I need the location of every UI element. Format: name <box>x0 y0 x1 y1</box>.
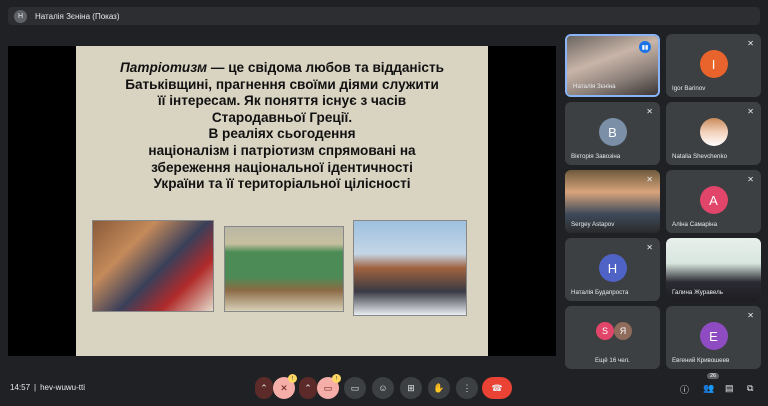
avatar: А <box>699 186 728 214</box>
mic-off-icon: ✕ <box>646 243 653 252</box>
presenter-avatar: Н <box>14 9 27 23</box>
participant-name: Евгений Кривошеев <box>672 357 730 364</box>
slide-line: В реаліях сьогодення <box>208 126 356 142</box>
participant-tile[interactable]: ✕ Natalia Shevchenko <box>666 102 761 165</box>
meeting-info: 14:57 | hev-wuwu-tti <box>10 383 85 392</box>
chat-icon[interactable]: ▤ <box>725 383 734 394</box>
leave-call-icon: ☎ <box>491 382 503 393</box>
more-vert-icon: ⋮ <box>462 382 472 393</box>
participant-tile[interactable]: ✕ I Igor Barinov <box>666 34 761 97</box>
raise-hand-button[interactable]: ✋ <box>428 377 450 399</box>
meeting-code: hev-wuwu-tti <box>40 383 86 392</box>
avatar <box>699 118 728 146</box>
participant-name: Igor Barinov <box>672 85 706 92</box>
slide-line: Стародавньої Греції. <box>211 109 353 125</box>
participant-name: Галина Журавель <box>672 289 723 296</box>
mic-off-icon: ✕ <box>646 107 653 116</box>
avatar: Е <box>699 322 728 350</box>
mic-options-button[interactable]: ⌃ <box>255 377 273 399</box>
info-icon[interactable]: ⓘ <box>680 383 689 396</box>
participant-tile[interactable]: ✕ Галина Журавель <box>666 238 761 301</box>
mic-off-icon: ✕ <box>280 382 288 393</box>
participant-tile[interactable]: ✕ А Аліна Самаріна <box>666 170 761 233</box>
presentation-title: Наталія Зєніна (Показ) <box>35 11 120 21</box>
camera-off-icon: ▭ <box>323 382 333 393</box>
participant-name: Вікторія Завозіна <box>571 153 621 160</box>
presentation-header: Н Наталія Зєніна (Показ) <box>8 7 760 25</box>
participant-tile[interactable]: ▮▮ Наталія Зєніна <box>565 34 660 97</box>
mic-off-icon: ✕ <box>747 311 754 320</box>
slide-line: України та її територіальної цілісності <box>153 176 411 192</box>
slide-photo-church-group <box>353 220 467 316</box>
slide-text: Патріотизм — це свідома любов та віддані… <box>76 60 488 193</box>
participant-count-badge: 26 <box>707 373 720 379</box>
avatar: Н <box>598 254 627 282</box>
bottom-toolbar: 14:57 | hev-wuwu-tti ⌃ ✕! ⌃ ▭! ▭ ☺ ⊞ ✋ ⋮ ☎… <box>0 368 768 406</box>
avatar: I <box>699 50 728 78</box>
more-count-label: Ещё 16 чел. <box>595 357 630 364</box>
captions-button[interactable]: ▭ <box>344 377 366 399</box>
present-button[interactable]: ⊞ <box>400 377 422 399</box>
participant-tile[interactable]: ✕ Е Евгений Кривошеев <box>666 306 761 369</box>
captions-icon: ▭ <box>350 382 360 393</box>
mic-off-icon: ✕ <box>747 175 754 184</box>
shared-slide: Патріотизм — це свідома любов та віддані… <box>76 46 488 356</box>
mic-off-icon: ✕ <box>747 107 754 116</box>
speaking-indicator-icon: ▮▮ <box>639 41 651 53</box>
camera-options-button[interactable]: ⌃ <box>299 377 317 399</box>
mic-toggle-button[interactable]: ✕! <box>273 374 297 399</box>
avatar: В <box>598 118 627 146</box>
emoji-icon: ☺ <box>378 383 388 393</box>
avatar: Я <box>614 322 632 340</box>
separator: | <box>34 383 37 392</box>
camera-toggle-button[interactable]: ▭! <box>317 374 341 399</box>
slide-photo-students <box>92 220 214 312</box>
participant-name: Наталія Зєніна <box>573 83 616 90</box>
participant-name: Sergey Astapov <box>571 221 615 228</box>
participant-name: Наталія Будапроста <box>571 289 629 296</box>
mic-off-icon: ✕ <box>747 243 754 252</box>
emoji-button[interactable]: ☺ <box>372 377 394 399</box>
more-participants-tile[interactable]: S Я Ещё 16 чел. <box>565 306 660 369</box>
leave-call-button[interactable]: ☎ <box>482 377 512 399</box>
slide-line: націоналізм і патріотизм спрямовані на <box>148 142 416 158</box>
slide-line: — це свідома любов та відданість <box>207 60 444 75</box>
slide-line: збереження національної ідентичності <box>151 159 413 175</box>
mic-off-icon: ✕ <box>747 39 754 48</box>
activities-icon[interactable]: ⧉ <box>747 383 753 394</box>
participant-name: Аліна Самаріна <box>672 221 718 228</box>
present-icon: ⊞ <box>407 382 415 393</box>
notification-badge-icon: ! <box>288 374 297 383</box>
participant-name: Natalia Shevchenko <box>672 153 728 160</box>
slide-photo-classroom <box>224 226 344 312</box>
more-options-button[interactable]: ⋮ <box>456 377 478 399</box>
participant-tile[interactable]: ✕ Sergey Astapov <box>565 170 660 233</box>
participant-tile[interactable]: ✕ В Вікторія Завозіна <box>565 102 660 165</box>
slide-term: Патріотизм <box>120 60 208 75</box>
participant-tile[interactable]: ✕ Н Наталія Будапроста <box>565 238 660 301</box>
mic-off-icon: ✕ <box>646 175 653 184</box>
slide-line: її інтересам. Як поняття існує з часів <box>157 93 407 109</box>
avatar: S <box>596 322 614 340</box>
people-icon[interactable]: 👥 <box>703 383 714 394</box>
raise-hand-icon: ✋ <box>433 382 445 393</box>
notification-badge-icon: ! <box>332 374 341 383</box>
slide-line: Батьківщині, прагнення своїми діями служ… <box>125 76 439 92</box>
clock-time: 14:57 <box>10 383 31 392</box>
